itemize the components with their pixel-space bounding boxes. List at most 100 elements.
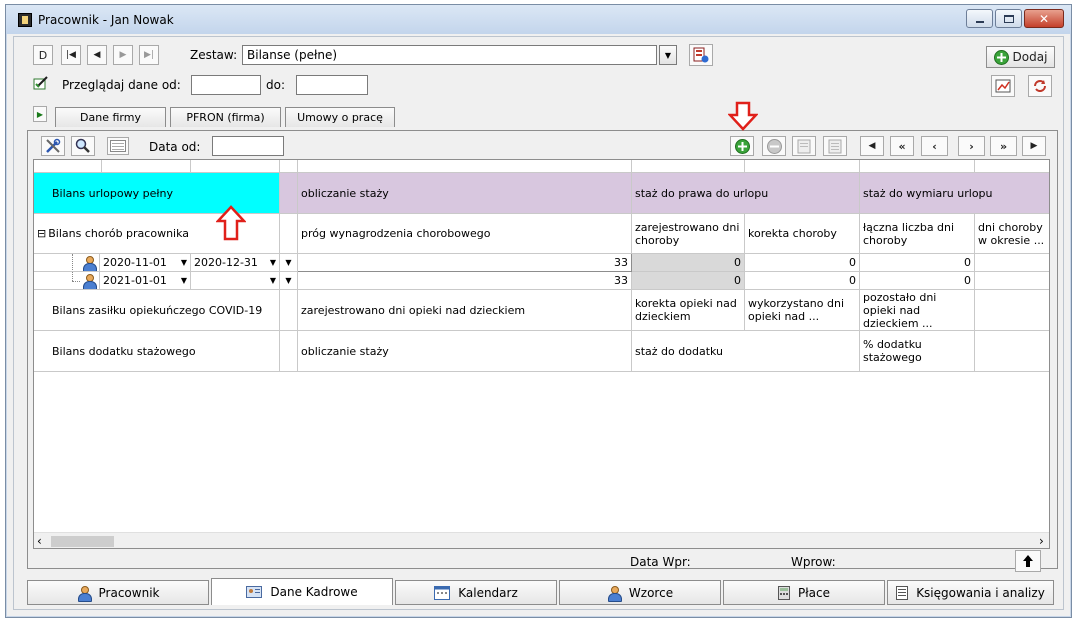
grid-value-cell[interactable]: 0 — [860, 272, 975, 290]
grid-value-cell[interactable] — [975, 254, 1049, 272]
add-circle-icon — [993, 49, 1009, 65]
bottom-tab-wzorce[interactable]: Wzorce — [559, 580, 721, 605]
chevron-down-icon: ▼ — [664, 50, 672, 60]
scroll-next-button[interactable]: › — [958, 136, 985, 156]
column-header-label: obliczanie staży — [301, 186, 389, 200]
column-header: staż do wymiaru urlopu — [860, 173, 1049, 214]
scroll-right-arrow-icon[interactable]: › — [1039, 534, 1044, 548]
date-from-combo[interactable]: 2020-11-01 ▼ — [100, 254, 191, 272]
skip-first-icon: |◀ — [66, 50, 76, 60]
grid-edit-button[interactable] — [792, 136, 816, 156]
people-icon — [607, 585, 622, 602]
tab-label: Płace — [798, 585, 830, 600]
title-bar[interactable]: Pracownik - Jan Nowak — [6, 5, 1071, 34]
zestaw-settings-button[interactable] — [689, 44, 713, 66]
date-to-input[interactable] — [296, 75, 368, 95]
refresh-button[interactable] — [1028, 75, 1052, 97]
bilanse-grid[interactable]: Bilans urlopowy pełny obliczanie staży s… — [33, 159, 1050, 549]
edit-doc-icon — [797, 139, 810, 153]
date-from-input[interactable] — [191, 75, 261, 95]
maximize-button[interactable] — [995, 9, 1022, 28]
close-button[interactable]: ✕ — [1024, 9, 1064, 28]
row-bilans-dodatku[interactable]: Bilans dodatku stażowego — [34, 331, 280, 372]
grid-value-cell[interactable]: 0 — [860, 254, 975, 272]
chevron-down-icon: ▼ — [269, 258, 276, 267]
nav-next-button[interactable]: ▶ — [113, 45, 133, 65]
scroll-prev-button[interactable]: ‹ — [921, 136, 948, 156]
grid-value-cell[interactable]: 0 — [632, 272, 745, 290]
column-header — [975, 290, 1049, 331]
date-from-combo[interactable]: 2021-01-01 ▼ — [100, 272, 191, 290]
chevron-down-icon: ▼ — [180, 258, 187, 267]
person-icon — [77, 585, 92, 602]
bottom-tab-ksiegowania[interactable]: Księgowania i analizy — [887, 580, 1054, 605]
tab-label: PFRON (firma) — [186, 111, 265, 124]
double-chevron-right-icon: » — [999, 139, 1008, 153]
grid-add-button[interactable] — [730, 136, 754, 156]
column-header: łączna liczba dni choroby — [860, 214, 975, 254]
column-header: obliczanie staży — [298, 173, 632, 214]
cell-value: 33 — [614, 274, 628, 287]
person-icon — [82, 273, 97, 289]
add-button[interactable]: Dodaj — [986, 46, 1055, 68]
minimize-button[interactable] — [966, 9, 993, 28]
scroll-left-button[interactable]: ◀ — [860, 136, 884, 156]
row-label: Bilans zasiłku opiekuńczego COVID-19 — [52, 303, 263, 317]
row-bilans-covid[interactable]: Bilans zasiłku opiekuńczego COVID-19 — [34, 290, 280, 331]
report-settings-icon — [693, 47, 709, 63]
grid-remove-button[interactable] — [762, 136, 786, 156]
add-circle-icon — [734, 138, 750, 154]
zestaw-dropdown-button[interactable]: ▼ — [659, 45, 677, 65]
search-button[interactable] — [71, 136, 95, 156]
column-header-label: pozostało dni opieki nad dzieckiem ... — [863, 290, 937, 330]
row-person-icon-cell — [80, 272, 100, 290]
row-dropdown-button[interactable]: ▼ — [280, 272, 298, 290]
bottom-tab-dane-kadrowe[interactable]: Dane Kadrowe — [211, 578, 393, 605]
bottom-tab-place[interactable]: Płace — [723, 580, 885, 605]
tab-label: Księgowania i analizy — [916, 585, 1045, 600]
grid-value-cell[interactable]: 0 — [745, 254, 860, 272]
tab-dane-firmy[interactable]: Dane firmy — [55, 107, 166, 127]
cell-value: 0 — [734, 256, 741, 269]
scroll-top-button[interactable] — [1015, 550, 1041, 572]
nav-prev-button[interactable]: ◀ — [87, 45, 107, 65]
grid-value-cell[interactable]: 33 — [298, 272, 632, 290]
data-od-input[interactable] — [212, 136, 284, 156]
refresh-icon — [1034, 80, 1046, 92]
chart-button[interactable] — [991, 75, 1015, 97]
cell-value: 0 — [734, 274, 741, 287]
horizontal-scrollbar[interactable]: ‹ › — [34, 532, 1049, 548]
bottom-tab-kalendarz[interactable]: Kalendarz — [395, 580, 557, 605]
column-header-label: staż do dodatku — [635, 344, 724, 358]
row-label: Bilans dodatku stażowego — [52, 344, 196, 358]
nav-last-button[interactable]: ▶| — [139, 45, 159, 65]
tab-umowy[interactable]: Umowy o pracę — [285, 107, 395, 127]
calculator-button[interactable] — [107, 137, 129, 155]
tab-pfron[interactable]: PFRON (firma) — [170, 107, 281, 127]
row-dropdown-button[interactable]: ▼ — [280, 254, 298, 272]
grid-value-cell[interactable]: 33 — [298, 254, 632, 272]
tools-button[interactable] — [41, 136, 65, 156]
grid-value-cell[interactable]: 0 — [745, 272, 860, 290]
bottom-tab-pracownik[interactable]: Pracownik — [27, 580, 209, 605]
column-header-label: % dodatku stażowego — [863, 338, 922, 364]
scroll-last-button[interactable]: » — [990, 136, 1017, 156]
chevron-right-icon: › — [969, 139, 974, 153]
scroll-first-button[interactable]: « — [890, 136, 914, 156]
grid-value-cell[interactable] — [975, 272, 1049, 290]
nav-new-button[interactable]: D — [33, 45, 53, 65]
date-to-combo[interactable]: ▼ — [191, 272, 280, 290]
grid-value-cell[interactable]: 0 — [632, 254, 745, 272]
zestaw-combo[interactable]: Bilanse (pełne) — [242, 45, 657, 65]
nav-first-button[interactable]: |◀ — [61, 45, 81, 65]
person-icon — [82, 255, 97, 271]
grid-copy-button[interactable] — [823, 136, 847, 156]
calculator-icon — [778, 585, 790, 600]
collapse-icon[interactable]: ⊟ — [37, 227, 46, 240]
scroll-left-arrow-icon[interactable]: ‹ — [37, 534, 42, 548]
date-to-combo[interactable]: 2020-12-31 ▼ — [191, 254, 280, 272]
tabs-expand-button[interactable]: ▶ — [33, 106, 47, 122]
cell-value: 33 — [614, 256, 628, 269]
scrollbar-thumb[interactable] — [51, 536, 114, 547]
scroll-right-button[interactable]: ▶ — [1022, 136, 1046, 156]
